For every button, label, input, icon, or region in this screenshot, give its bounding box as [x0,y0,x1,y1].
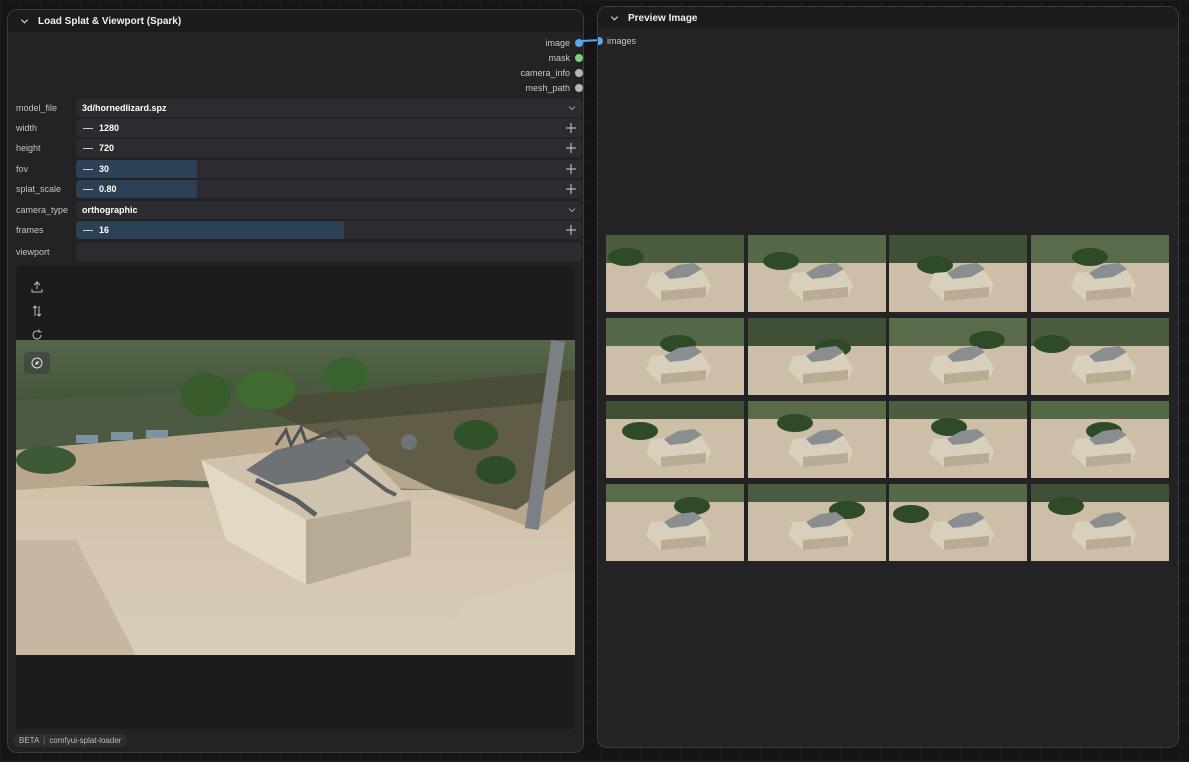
preview-thumbnail[interactable] [1030,235,1169,312]
increment-icon[interactable] [566,123,576,133]
input-images[interactable]: images [598,35,637,47]
height-number-input[interactable]: 720 [76,139,582,157]
preview-image-grid [606,235,1171,561]
decrement-icon[interactable] [83,147,93,149]
footer-badge: BETA | comfyui-splat-loader [13,734,128,747]
widget-camera-type[interactable]: camera_type orthographic [16,201,582,219]
width-number-input[interactable]: 1280 [76,119,582,137]
widget-fov[interactable]: fov 30 [16,160,582,178]
widget-width[interactable]: width 1280 [16,119,582,137]
collapse-chevron-icon[interactable] [610,14,619,23]
slider-fill [76,221,345,239]
input-socket[interactable] [598,37,603,45]
node-title: Load Splat & Viewport (Spark) [38,15,182,27]
slider-fill [76,160,198,178]
preview-thumbnail[interactable] [889,235,1027,312]
number-value: 1280 [99,123,120,133]
preview-thumbnail[interactable] [1030,318,1169,395]
splat-render[interactable] [16,340,575,655]
upload-icon[interactable] [24,276,50,298]
preview-thumbnail[interactable] [606,401,744,478]
output-socket[interactable] [575,69,583,77]
node-header[interactable]: Preview Image [598,7,1178,29]
preview-thumbnail[interactable] [889,401,1027,478]
combo-value: orthographic [82,205,138,215]
output-mask[interactable]: mask [548,52,583,64]
preview-image-node[interactable]: Preview Image images [597,6,1179,748]
widget-label: fov [16,164,29,174]
widget-splat-scale[interactable]: splat_scale 0.80 [16,180,582,198]
widget-label: model_file [16,103,58,113]
number-value: 16 [99,225,110,235]
output-label: mask [548,53,570,63]
chevron-down-icon [568,106,576,111]
preview-thumbnail[interactable] [606,484,744,561]
number-value: 30 [99,164,110,174]
preview-thumbnail[interactable] [747,318,886,395]
increment-icon[interactable] [566,184,576,194]
viewport-canvas[interactable] [16,266,575,729]
decrement-icon[interactable] [83,229,93,231]
widget-label: camera_type [16,205,69,215]
increment-icon[interactable] [566,225,576,235]
output-mesh-path[interactable]: mesh_path [525,82,583,94]
model-file-select[interactable]: 3d/hornedlizard.spz [76,99,582,117]
chevron-down-icon [568,208,576,213]
widget-label: height [16,143,41,153]
output-label: image [545,38,570,48]
camera-type-select[interactable]: orthographic [76,201,582,219]
widget-label: viewport [16,247,50,257]
decrement-icon[interactable] [83,168,93,170]
widget-frames[interactable]: frames 16 [16,221,582,239]
output-socket[interactable] [575,54,583,62]
increment-icon[interactable] [566,143,576,153]
node-title: Preview Image [628,12,698,24]
increment-icon[interactable] [566,164,576,174]
decrement-icon[interactable] [83,188,93,190]
frames-slider[interactable]: 16 [76,221,582,239]
preview-thumbnail[interactable] [889,318,1027,395]
input-label: images [607,36,637,46]
output-label: camera_info [520,68,570,78]
preview-thumbnail[interactable] [747,235,886,312]
preview-thumbnail[interactable] [1030,484,1169,561]
swap-vertical-icon[interactable] [24,300,50,322]
preview-thumbnail[interactable] [747,484,886,561]
number-value: 720 [99,143,115,153]
splat-scale-slider[interactable]: 0.80 [76,180,582,198]
preview-thumbnail[interactable] [606,235,744,312]
compass-icon[interactable] [24,352,50,374]
output-socket[interactable] [575,84,583,92]
reset-icon[interactable] [24,324,50,346]
preview-thumbnail[interactable] [1030,401,1169,478]
output-label: mesh_path [525,83,570,93]
widget-label: splat_scale [16,184,62,194]
load-splat-node[interactable]: Load Splat & Viewport (Spark) image mask… [7,9,584,753]
collapse-chevron-icon[interactable] [20,17,29,26]
preview-thumbnail[interactable] [606,318,744,395]
node-header[interactable]: Load Splat & Viewport (Spark) [8,10,583,32]
combo-value: 3d/hornedlizard.spz [82,103,167,113]
output-image[interactable]: image [545,37,583,49]
widget-label: width [16,123,38,133]
source-label: comfyui-splat-loader [49,736,122,745]
viewport-field [76,243,582,261]
widget-height[interactable]: height 720 [16,139,582,157]
number-value: 0.80 [99,184,117,194]
fov-slider[interactable]: 30 [76,160,582,178]
output-camera-info[interactable]: camera_info [520,67,583,79]
widget-label: frames [16,225,44,235]
preview-thumbnail[interactable] [747,401,886,478]
beta-label: BETA [19,736,39,745]
widget-model-file[interactable]: model_file 3d/hornedlizard.spz [16,99,582,117]
preview-thumbnail[interactable] [889,484,1027,561]
slider-fill [76,180,198,198]
widget-viewport: viewport [16,243,582,261]
decrement-icon[interactable] [83,127,93,129]
